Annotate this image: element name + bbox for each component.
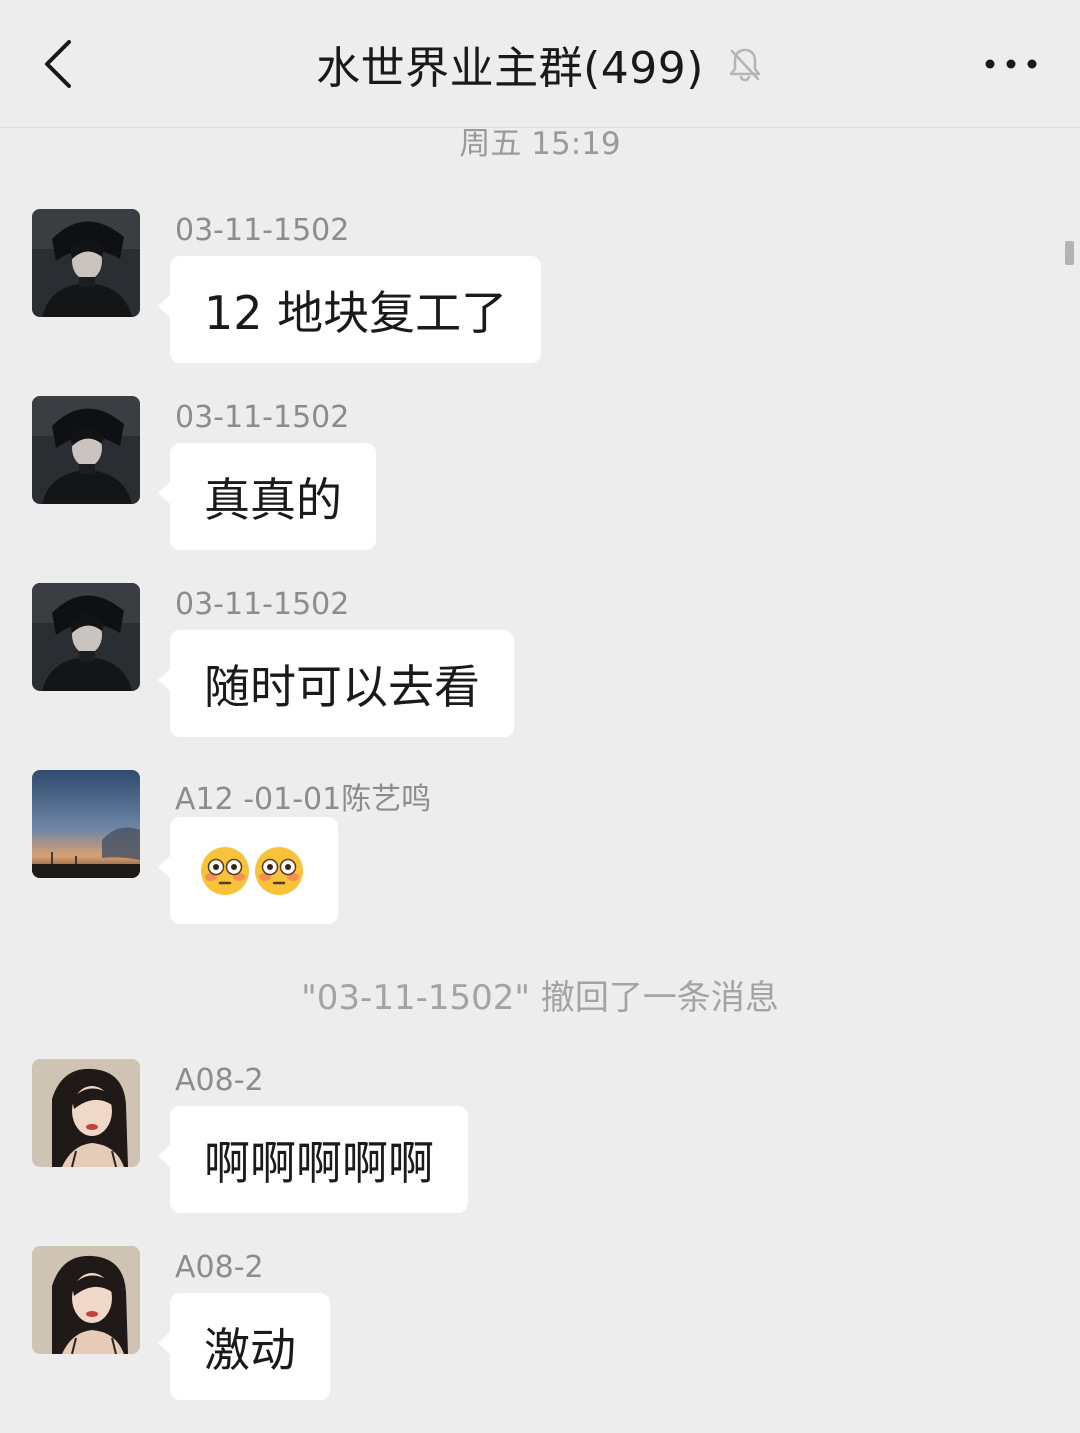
sender-name: 03-11-1502 <box>175 213 350 248</box>
sender-name: 03-11-1502 <box>175 400 350 435</box>
dark-haired-illustration-avatar <box>32 209 140 317</box>
message-bubble[interactable]: 激动 <box>158 1293 330 1400</box>
sender-name: A08-2 <box>175 1250 264 1285</box>
dusk-sky-avatar <box>32 770 140 878</box>
time-divider: 周五 15:19 <box>459 126 621 162</box>
group-title[interactable]: 水世界业主群(499) <box>316 32 704 96</box>
dark-haired-illustration-avatar <box>32 583 140 691</box>
avatar[interactable] <box>32 770 140 878</box>
bell-off-icon <box>726 45 764 83</box>
avatar[interactable] <box>32 1246 140 1354</box>
woman-portrait-avatar <box>32 1059 140 1167</box>
more-button[interactable] <box>976 38 1046 90</box>
avatar[interactable] <box>32 1059 140 1167</box>
message-bubble[interactable]: 真真的 <box>158 443 376 550</box>
flushed-face-emoji <box>201 846 249 895</box>
scrollbar-thumb[interactable] <box>1065 241 1074 265</box>
title-area: 水世界业主群(499) <box>0 0 1080 127</box>
woman-portrait-avatar <box>32 1246 140 1354</box>
more-horizontal-icon <box>985 59 1037 69</box>
message-bubble[interactable]: 啊啊啊啊啊 <box>158 1106 468 1213</box>
message-bubble[interactable]: 12 地块复工了 <box>157 256 542 363</box>
flushed-face-emoji <box>255 846 303 895</box>
message-bubble[interactable]: 随时可以去看 <box>158 630 514 737</box>
message-bubble[interactable] <box>158 817 338 924</box>
sender-name: 03-11-1502 <box>175 587 350 622</box>
chat-screen: 水世界业主群(499) 周五 15:19 03-11-1502 12 地块复工了… <box>0 0 1080 1433</box>
sender-name: A12 -01-01陈艺鸣 <box>175 782 432 817</box>
sender-name: A08-2 <box>175 1063 264 1098</box>
avatar[interactable] <box>32 209 140 317</box>
avatar[interactable] <box>32 583 140 691</box>
chat-header: 水世界业主群(499) <box>0 0 1080 128</box>
dark-haired-illustration-avatar <box>32 396 140 504</box>
recall-notice: "03-11-1502" 撤回了一条消息 <box>301 978 779 1018</box>
avatar[interactable] <box>32 396 140 504</box>
